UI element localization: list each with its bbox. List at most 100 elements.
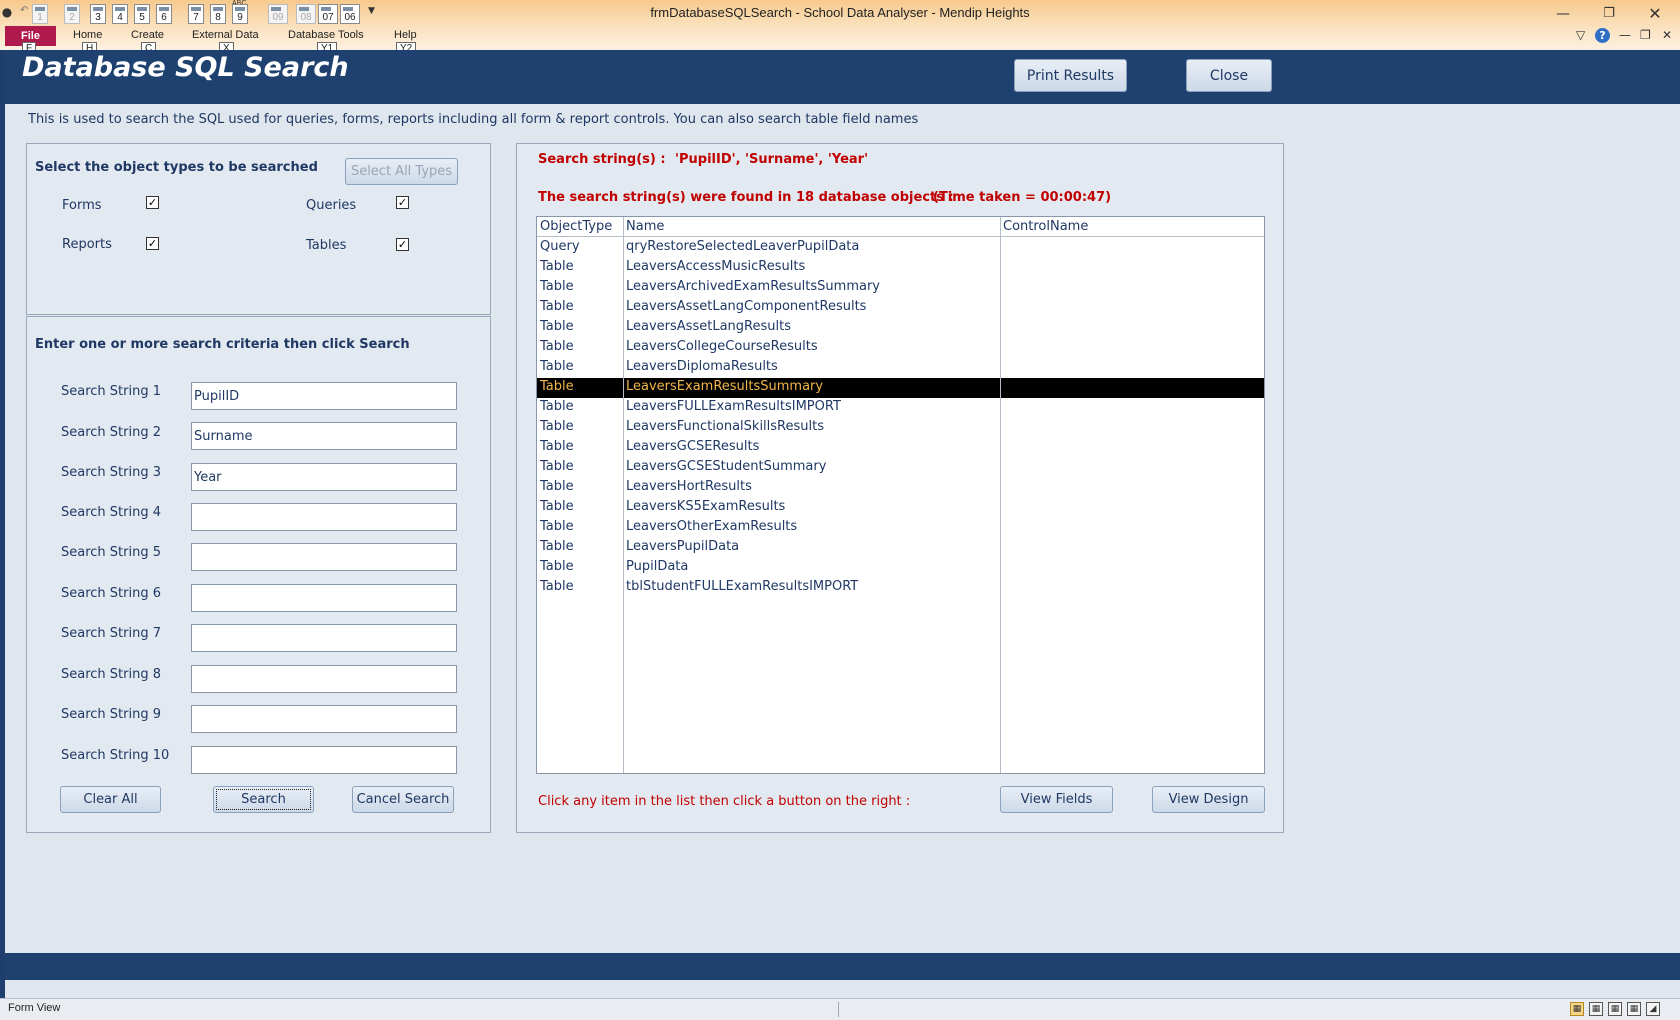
name-cell: LeaversOtherExamResults — [626, 519, 798, 534]
column-header-objecttype[interactable]: ObjectType — [540, 219, 612, 234]
cancel-search-button[interactable]: Cancel Search — [352, 786, 454, 813]
objecttype-cell: Table — [540, 419, 574, 434]
table-row[interactable]: Table LeaversAssetLangResults — [537, 318, 1264, 338]
table-row[interactable]: Table tblStudentFULLExamResultsIMPORT — [537, 578, 1264, 598]
reports-label: Reports — [62, 237, 112, 252]
results-list-header: ObjectType Name ControlName — [537, 217, 1264, 237]
name-cell: LeaversGCSEStudentSummary — [626, 459, 827, 474]
minimize-icon[interactable]: — — [1548, 3, 1578, 25]
name-cell: LeaversAssetLangResults — [626, 319, 791, 334]
results-list[interactable]: ObjectType Name ControlName Query qryRest… — [536, 216, 1265, 774]
results-rows: Query qryRestoreSelectedLeaverPupilData Ta… — [537, 238, 1264, 598]
form-description: This is used to search the SQL used for … — [28, 112, 919, 127]
table-row[interactable]: Table LeaversArchivedExamResultsSummary — [537, 278, 1264, 298]
table-row[interactable]: Table LeaversExamResultsSummary — [537, 378, 1264, 398]
objecttype-cell: Table — [540, 499, 574, 514]
table-row[interactable]: Table LeaversGCSEResults — [537, 438, 1264, 458]
objecttype-cell: Table — [540, 399, 574, 414]
tab-create[interactable]: Create — [131, 29, 164, 41]
forms-checkbox[interactable]: ✓ — [146, 196, 159, 209]
table-row[interactable]: Table LeaversOtherExamResults — [537, 518, 1264, 538]
table-row[interactable]: Table LeaversGCSEStudentSummary — [537, 458, 1264, 478]
select-all-types-button[interactable]: Select All Types — [345, 158, 458, 185]
search-button[interactable]: Search — [213, 786, 314, 813]
queries-label: Queries — [306, 198, 357, 213]
tab-database-tools[interactable]: Database Tools — [288, 29, 364, 41]
datasheet-view-icon[interactable]: ▦ — [1589, 1002, 1603, 1016]
tables-checkbox[interactable]: ✓ — [396, 238, 409, 251]
search-string-8-input[interactable] — [191, 665, 457, 693]
clear-all-button[interactable]: Clear All — [60, 786, 161, 813]
table-row[interactable]: Table LeaversHortResults — [537, 478, 1264, 498]
objecttype-cell: Table — [540, 559, 574, 574]
queries-checkbox[interactable]: ✓ — [396, 196, 409, 209]
name-cell: LeaversHortResults — [626, 479, 752, 494]
found-count-text: The search string(s) were found in 18 da… — [538, 190, 954, 205]
column-divider — [623, 217, 624, 773]
search-string-3-input[interactable] — [191, 463, 457, 491]
window-close-icon[interactable]: ✕ — [1640, 3, 1670, 25]
table-row[interactable]: Table PupilData — [537, 558, 1264, 578]
status-bar: Form View ▦ ▦ ▦ ▦ ◢ — [0, 998, 1680, 1020]
search-string-8-label: Search String 8 — [61, 667, 161, 682]
help-icon[interactable]: ? — [1595, 28, 1610, 43]
form-view-icon[interactable]: ▦ — [1570, 1002, 1584, 1016]
reports-checkbox[interactable]: ✓ — [146, 237, 159, 250]
search-string-10-input[interactable] — [191, 746, 457, 774]
title-bar: ● ↶ 1 2 3 4 5 6 7 8 ABC 9 09 08 07 06 ▼ … — [0, 0, 1680, 56]
close-button[interactable]: Close — [1186, 59, 1272, 92]
nav-pane-edge — [0, 50, 5, 998]
criteria-heading: Enter one or more search criteria then c… — [35, 337, 410, 352]
view-design-button[interactable]: View Design — [1152, 786, 1265, 813]
restore-icon[interactable]: ❐ — [1594, 3, 1624, 25]
search-string-5-input[interactable] — [191, 543, 457, 571]
table-row[interactable]: Table LeaversFunctionalSkillsResults — [537, 418, 1264, 438]
objecttype-cell: Table — [540, 459, 574, 474]
name-cell: LeaversFULLExamResultsIMPORT — [626, 399, 841, 414]
print-results-button[interactable]: Print Results — [1014, 59, 1127, 92]
objecttype-cell: Table — [540, 579, 574, 594]
tab-home[interactable]: Home — [73, 29, 102, 41]
time-taken-text: (Time taken = 00:00:47) — [933, 190, 1112, 205]
name-cell: LeaversExamResultsSummary — [626, 379, 824, 394]
table-row[interactable]: Table LeaversPupilData — [537, 538, 1264, 558]
column-header-controlname[interactable]: ControlName — [1003, 219, 1088, 234]
search-string-4-label: Search String 4 — [61, 505, 161, 520]
objecttype-cell: Table — [540, 259, 574, 274]
table-row[interactable]: Table LeaversCollegeCourseResults — [537, 338, 1264, 358]
design-view-icon[interactable]: ▦ — [1627, 1002, 1641, 1016]
search-string-6-input[interactable] — [191, 584, 457, 612]
search-string-9-input[interactable] — [191, 705, 457, 733]
doc-minimize-icon[interactable]: — — [1619, 28, 1631, 42]
table-row[interactable]: Table LeaversDiplomaResults — [537, 358, 1264, 378]
objecttype-cell: Table — [540, 439, 574, 454]
table-row[interactable]: Table LeaversAssetLangComponentResults — [537, 298, 1264, 318]
search-string-2-input[interactable] — [191, 422, 457, 450]
page-title: Database SQL Search — [22, 52, 349, 83]
tab-help[interactable]: Help — [394, 29, 417, 41]
name-cell: tblStudentFULLExamResultsIMPORT — [626, 579, 859, 594]
layout-view-icon[interactable]: ▦ — [1608, 1002, 1622, 1016]
objecttype-cell: Table — [540, 479, 574, 494]
objecttype-cell: Table — [540, 319, 574, 334]
name-cell: LeaversDiplomaResults — [626, 359, 778, 374]
view-fields-button[interactable]: View Fields — [1000, 786, 1113, 813]
ribbon-collapse-icon[interactable]: ▽ — [1576, 28, 1585, 42]
search-string-1-input[interactable] — [191, 382, 457, 410]
search-string-7-input[interactable] — [191, 624, 457, 652]
doc-close-icon[interactable]: ✕ — [1662, 28, 1672, 42]
tab-external-data[interactable]: External Data — [192, 29, 259, 41]
table-row[interactable]: Table LeaversFULLExamResultsIMPORT — [537, 398, 1264, 418]
table-row[interactable]: Query qryRestoreSelectedLeaverPupilData — [537, 238, 1264, 258]
column-header-name[interactable]: Name — [626, 219, 664, 234]
table-row[interactable]: Table LeaversAccessMusicResults — [537, 258, 1264, 278]
list-hint: Click any item in the list then click a … — [538, 794, 911, 809]
size-grip-icon[interactable]: ◢ — [1646, 1002, 1660, 1016]
search-string-2-label: Search String 2 — [61, 425, 161, 440]
table-row[interactable]: Table LeaversKS5ExamResults — [537, 498, 1264, 518]
search-string-10-label: Search String 10 — [61, 748, 170, 763]
search-string-4-input[interactable] — [191, 503, 457, 531]
doc-restore-icon[interactable]: ❐ — [1640, 28, 1651, 42]
objecttype-cell: Table — [540, 339, 574, 354]
window-title: frmDatabaseSQLSearch - School Data Analy… — [650, 5, 1030, 20]
